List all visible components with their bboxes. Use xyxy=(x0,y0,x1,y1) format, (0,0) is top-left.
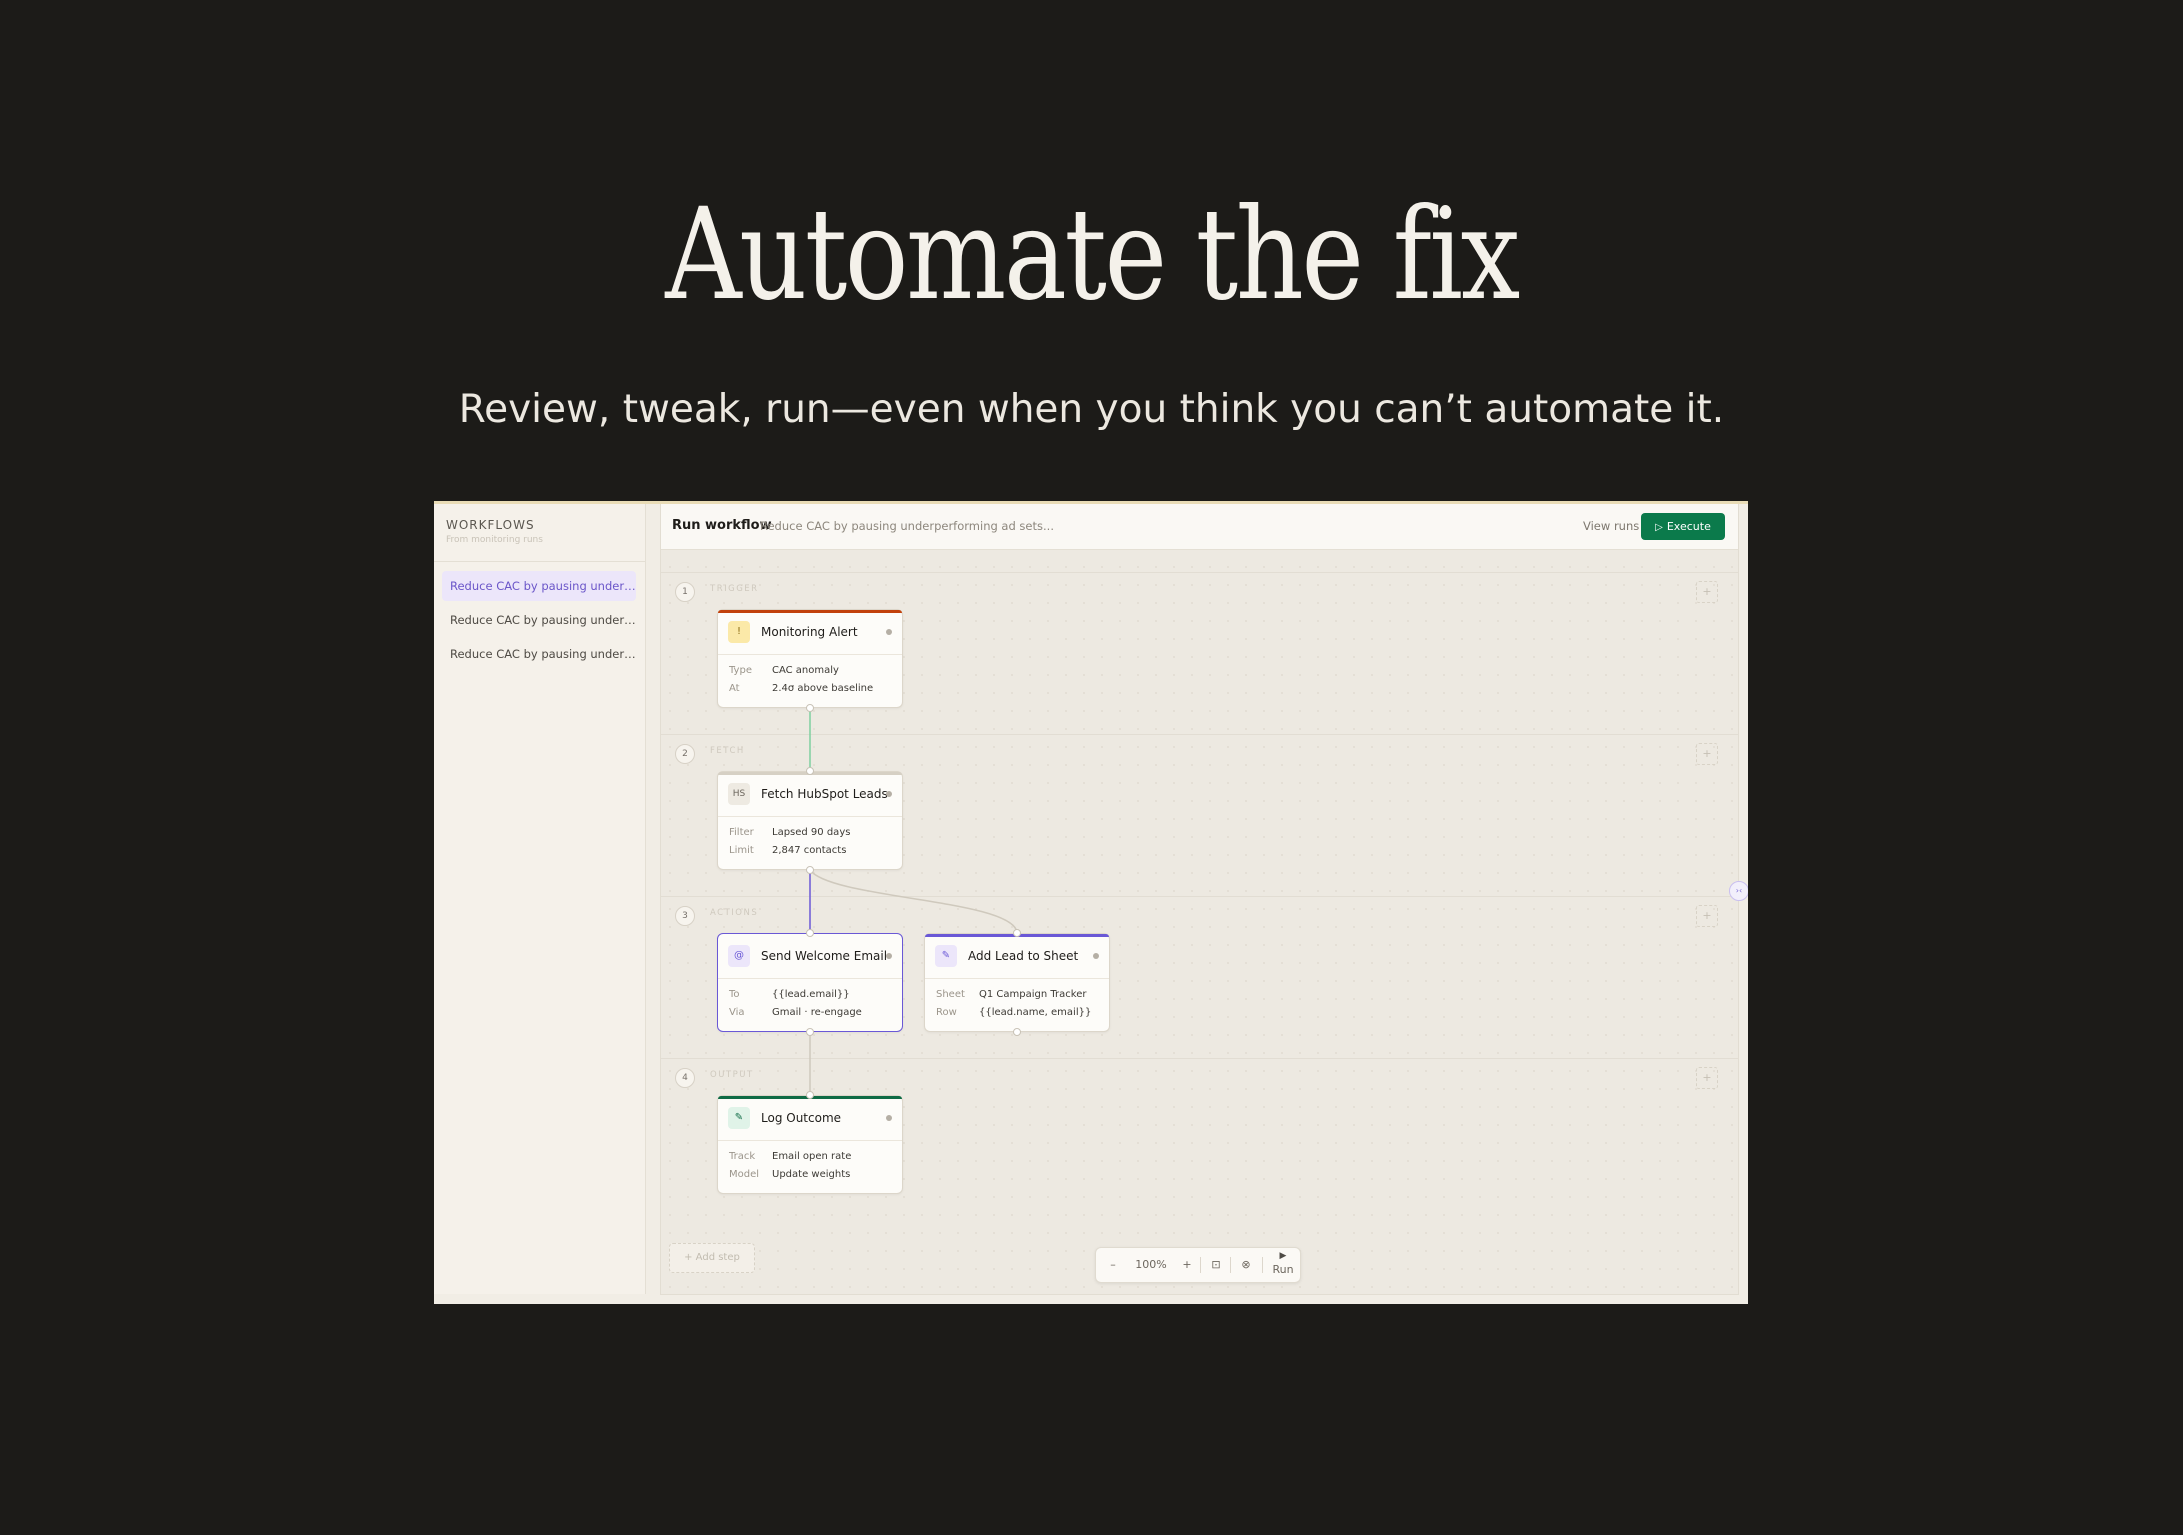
node-title: Monitoring Alert xyxy=(761,625,858,639)
node-accent-bar xyxy=(718,610,902,613)
log-icon: ✎ xyxy=(728,1107,750,1129)
workflows-sidebar: WORKFLOWS From monitoring runs Reduce CA… xyxy=(434,504,646,1294)
node-field: Limit 2,847 contacts xyxy=(729,845,846,856)
field-value: 2.4σ above baseline xyxy=(772,683,874,694)
output-port[interactable] xyxy=(806,1028,814,1036)
node-monitoring-alert[interactable]: ! Monitoring Alert Type CAC anomaly At 2.4… xyxy=(717,609,903,708)
node-field: Track Email open rate xyxy=(729,1151,851,1162)
node-add-lead-to-sheet[interactable]: ✎ Add Lead to Sheet Sheet Q1 Campaign Tra… xyxy=(924,933,1110,1032)
field-key: Type xyxy=(729,665,752,676)
output-port[interactable] xyxy=(806,704,814,712)
node-field: Type CAC anomaly xyxy=(729,665,839,676)
toolbar-divider xyxy=(1230,1257,1231,1273)
email-icon: @ xyxy=(728,945,750,967)
sidebar-item-workflow[interactable]: Reduce CAC by pausing underperforming ad… xyxy=(442,605,636,635)
toolbar-divider xyxy=(1262,1257,1263,1273)
node-send-welcome-email[interactable]: @ Send Welcome Email To {{lead.email}} Vi… xyxy=(717,933,903,1032)
node-divider xyxy=(925,978,1109,979)
field-key: To xyxy=(729,989,740,1000)
field-value: Update weights xyxy=(772,1169,851,1180)
node-field: Filter Lapsed 90 days xyxy=(729,827,850,838)
node-divider xyxy=(718,978,902,979)
field-key: Via xyxy=(729,1007,745,1018)
field-key: Row xyxy=(936,1007,957,1018)
node-status-dot xyxy=(886,1115,892,1121)
add-step-button[interactable]: + Add step xyxy=(669,1243,755,1273)
field-value: Gmail · re-engage xyxy=(772,1007,862,1018)
node-fetch-hubspot-leads[interactable]: HS Fetch HubSpot Leads Filter Lapsed 90 d… xyxy=(717,771,903,870)
sidebar-item-workflow[interactable]: Reduce CAC by pausing underperforming ad… xyxy=(442,639,636,669)
node-log-outcome[interactable]: ✎ Log Outcome Track Email open rate Model… xyxy=(717,1095,903,1194)
field-value: CAC anomaly xyxy=(772,665,839,676)
sidebar-title: WORKFLOWS xyxy=(446,518,535,532)
node-field: To {{lead.email}} xyxy=(729,989,850,1000)
field-value: Q1 Campaign Tracker xyxy=(979,989,1087,1000)
node-divider xyxy=(718,816,902,817)
field-key: Track xyxy=(729,1151,756,1162)
node-title: Add Lead to Sheet xyxy=(968,949,1079,963)
reset-icon[interactable]: ⊗ xyxy=(1234,1248,1258,1282)
node-status-dot xyxy=(886,953,892,959)
field-key: Limit xyxy=(729,845,754,856)
node-divider xyxy=(718,1140,902,1141)
field-value: {{lead.name, email}} xyxy=(979,1007,1092,1018)
app-window: WORKFLOWS From monitoring runs Reduce CA… xyxy=(434,501,1748,1304)
alert-icon: ! xyxy=(728,621,750,643)
node-title: Log Outcome xyxy=(761,1111,842,1125)
field-value: {{lead.email}} xyxy=(772,989,850,1000)
play-icon: ▶ xyxy=(1279,1251,1287,1261)
zoom-in-button[interactable]: + xyxy=(1176,1248,1198,1282)
field-value: Email open rate xyxy=(772,1151,852,1162)
output-port[interactable] xyxy=(806,866,814,874)
output-port[interactable] xyxy=(1013,1028,1021,1036)
node-divider xyxy=(718,654,902,655)
field-key: Sheet xyxy=(936,989,965,1000)
node-field: Sheet Q1 Campaign Tracker xyxy=(936,989,1086,1000)
sidebar-divider xyxy=(434,561,645,562)
node-status-dot xyxy=(886,791,892,797)
sidebar-subtitle: From monitoring runs xyxy=(446,535,543,545)
node-title: Fetch HubSpot Leads xyxy=(761,787,888,801)
hubspot-icon: HS xyxy=(728,783,750,805)
field-key: Filter xyxy=(729,827,754,838)
workflow-canvas[interactable]: Run workflow Reduce CAC by pausing under… xyxy=(660,504,1748,1295)
edge-fetch-to-sheet xyxy=(809,869,1018,933)
zoom-level: 100% xyxy=(1135,1258,1167,1271)
input-port[interactable] xyxy=(806,767,814,775)
node-title: Send Welcome Email xyxy=(761,949,888,963)
input-port[interactable] xyxy=(806,929,814,937)
field-value: Lapsed 90 days xyxy=(772,827,851,838)
zoom-out-button[interactable]: – xyxy=(1102,1248,1124,1282)
run-label: Run xyxy=(1272,1263,1294,1276)
node-status-dot xyxy=(886,629,892,635)
input-port[interactable] xyxy=(806,1091,814,1099)
collapse-edge-icon[interactable]: ›‹ xyxy=(1729,881,1748,901)
run-button[interactable]: ▶ Run xyxy=(1270,1250,1296,1278)
sidebar-item-workflow[interactable]: Reduce CAC by pausing underperforming ad… xyxy=(442,571,636,601)
zoom-toolbar: – 100% + ⊡ ⊗ ▶ Run xyxy=(1095,1247,1301,1283)
hero-title: Automate the fix xyxy=(665,181,1520,328)
field-key: Model xyxy=(729,1169,760,1180)
hero-subtitle: Review, tweak, run—even when you think y… xyxy=(458,387,1725,432)
field-value: 2,847 contacts xyxy=(772,845,847,856)
field-key: At xyxy=(729,683,740,694)
toolbar-divider xyxy=(1200,1257,1201,1273)
node-field: Via Gmail · re-engage xyxy=(729,1007,862,1018)
sheet-icon: ✎ xyxy=(935,945,957,967)
node-field: Model Update weights xyxy=(729,1169,850,1180)
fit-icon[interactable]: ⊡ xyxy=(1204,1248,1228,1282)
input-port[interactable] xyxy=(1013,929,1021,937)
node-field: At 2.4σ above baseline xyxy=(729,683,873,694)
node-field: Row {{lead.name, email}} xyxy=(936,1007,1091,1018)
node-status-dot xyxy=(1093,953,1099,959)
